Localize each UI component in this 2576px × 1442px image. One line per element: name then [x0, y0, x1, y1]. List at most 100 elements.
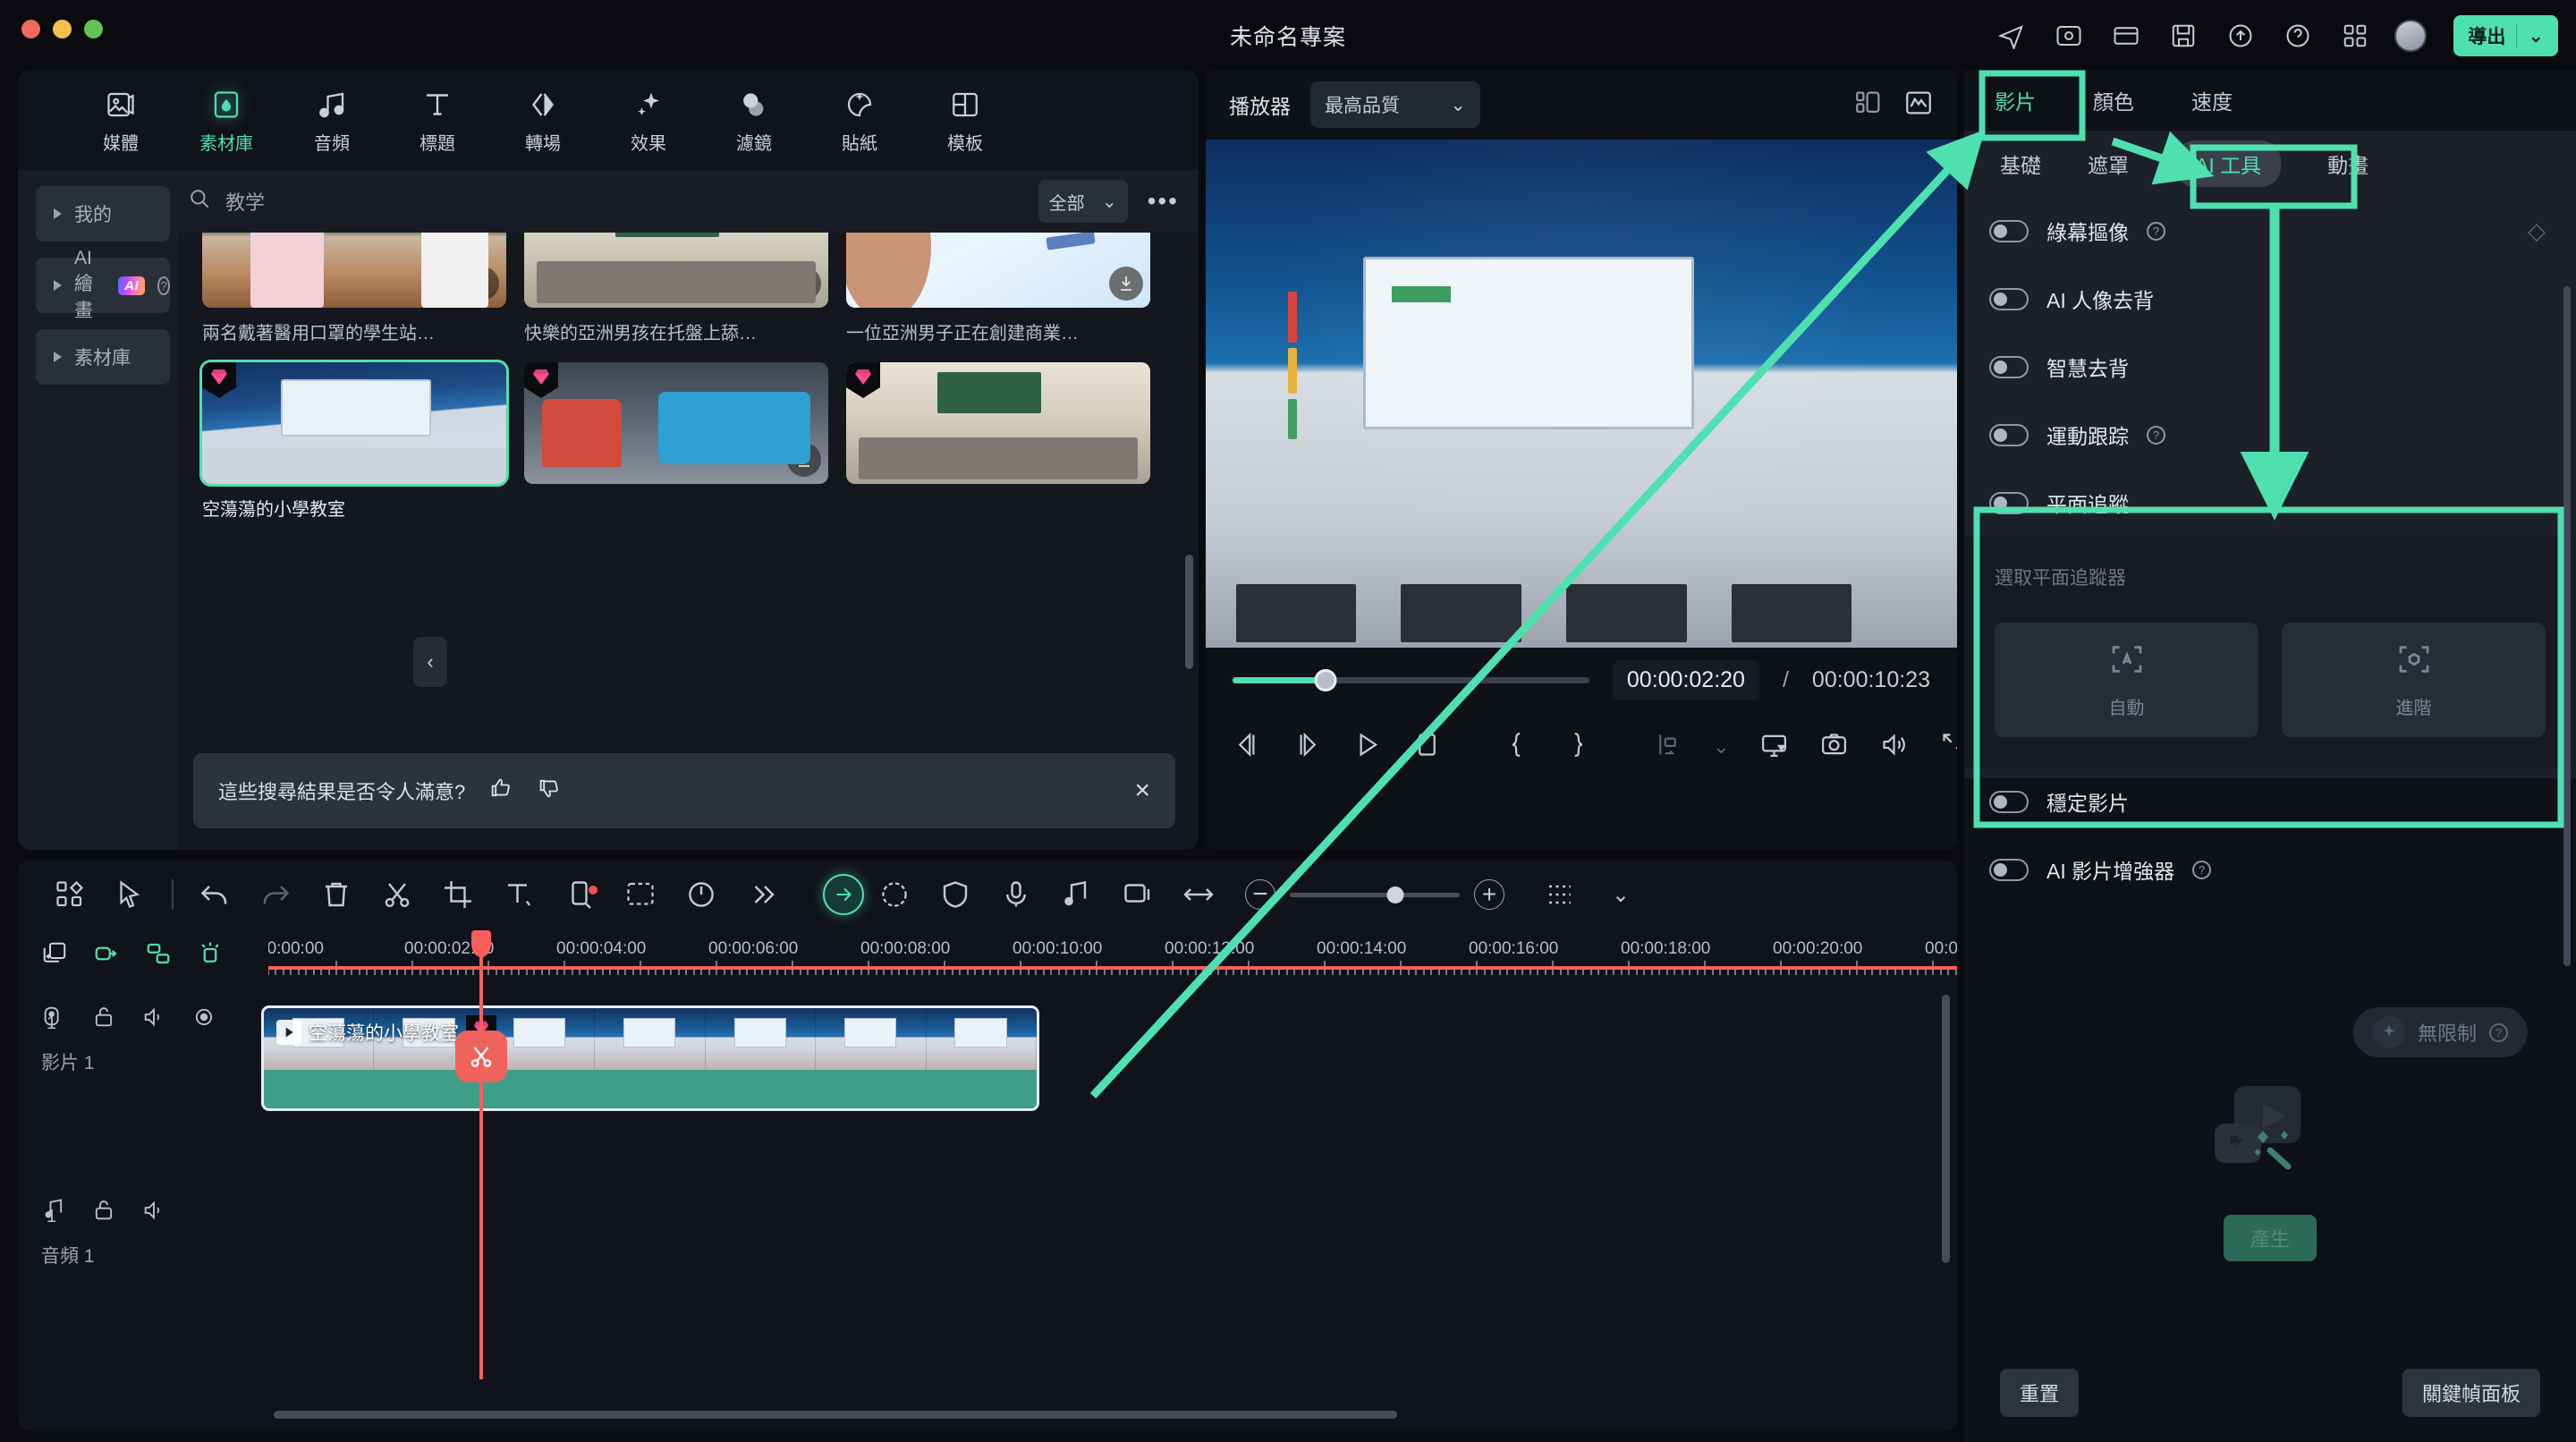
current-timecode[interactable]: 00:00:02:20 [1612, 659, 1759, 700]
auto-highlight-icon[interactable] [197, 940, 224, 971]
sidebar-item-stock-library[interactable]: 素材庫 [36, 329, 170, 385]
group-icon[interactable] [145, 940, 172, 971]
subtab-ai-tools[interactable]: AI 工具 [2175, 140, 2282, 187]
zoom-knob[interactable] [1386, 886, 1404, 903]
unlock-icon[interactable] [91, 1198, 116, 1227]
timeline-vertical-scrollbar[interactable] [1942, 995, 1950, 1263]
library-item[interactable] [524, 362, 828, 521]
markers-icon[interactable] [1107, 878, 1168, 911]
property-scrollbar[interactable] [2563, 286, 2571, 966]
tool-row-motion-tracking[interactable]: 運動跟踪 ? [1964, 401, 2576, 469]
shield-icon[interactable] [925, 878, 986, 911]
tool-row-stabilize[interactable]: 穩定影片 [1964, 768, 2576, 836]
eye-icon[interactable] [191, 1005, 216, 1034]
export-button[interactable]: 導出 ⌄ [2453, 15, 2558, 56]
timeline-ruler[interactable]: 00:00:00 00:00:02:00 00:00:04:00 00:00:0… [268, 929, 1957, 982]
grid-apps-icon[interactable] [2337, 18, 2373, 54]
thumbnail[interactable] [846, 233, 1150, 308]
help-circle-icon[interactable]: ? [2147, 425, 2165, 445]
chevron-down-icon[interactable]: ⌄ [1590, 882, 1651, 908]
generate-button[interactable]: 產生 [2223, 1215, 2317, 1261]
zoom-in-button[interactable]: + [1474, 879, 1504, 910]
planar-option-auto[interactable]: 自動 [1995, 623, 2258, 737]
speaker-icon[interactable] [141, 1005, 166, 1034]
toggle-switch[interactable] [1989, 287, 2029, 310]
help-circle-icon[interactable]: ? [157, 276, 170, 295]
library-item[interactable]: 一位亞洲男子正在創建商業… [846, 233, 1150, 344]
zoom-out-button[interactable]: − [1245, 879, 1275, 910]
volume-icon[interactable] [1879, 730, 1909, 764]
toggle-switch[interactable] [1989, 355, 2029, 378]
library-item[interactable] [846, 362, 1150, 521]
search-input[interactable]: 教学 [188, 187, 1024, 216]
subtab-animation[interactable]: 動畫 [2327, 148, 2368, 179]
playhead-handle[interactable] [471, 930, 491, 957]
unlimited-badge[interactable]: 無限制 ? [2352, 1007, 2528, 1057]
tool-row-ai-video-enhancer[interactable]: AI 影片增強器 ? [1964, 836, 2576, 903]
tab-color[interactable]: 顏色 [2093, 85, 2134, 115]
library-item[interactable]: 快樂的亞洲男孩在托盤上舔… [524, 233, 828, 344]
reset-button[interactable]: 重置 [2000, 1369, 2080, 1417]
sidebar-item-mine[interactable]: 我的 [36, 186, 170, 242]
planar-option-advanced[interactable]: 進階 [2282, 623, 2546, 737]
audio-detach-icon[interactable] [1046, 878, 1107, 911]
help-circle-icon[interactable]: ? [2192, 860, 2212, 879]
duplicate-icon[interactable] [41, 940, 68, 971]
toggle-switch[interactable] [1989, 423, 2029, 446]
thumbnail[interactable] [199, 360, 509, 487]
speed-icon[interactable] [671, 878, 732, 911]
download-icon[interactable] [787, 267, 821, 301]
select-cursor-icon[interactable] [100, 878, 161, 911]
layout-icon[interactable] [2108, 18, 2144, 54]
tool-row-ai-portrait-cutout[interactable]: AI 人像去背 [1964, 265, 2576, 333]
tool-row-planar-tracking[interactable]: 平面追蹤 [1964, 469, 2576, 537]
auto-reframe-icon[interactable] [823, 874, 864, 915]
progress-knob[interactable] [1314, 668, 1337, 691]
color-match-icon[interactable] [549, 878, 610, 911]
stop-icon[interactable] [1412, 730, 1442, 764]
snapshot-marker-icon[interactable] [1653, 730, 1682, 764]
subtab-basic[interactable]: 基礎 [2000, 148, 2041, 179]
download-icon[interactable] [465, 267, 499, 301]
pip-icon[interactable] [1759, 730, 1789, 764]
play-icon[interactable] [276, 1020, 301, 1045]
upload-cloud-icon[interactable] [2223, 18, 2258, 54]
library-scrollbar[interactable] [1185, 555, 1193, 669]
grid-layout-icon[interactable] [39, 878, 100, 911]
timeline-clip[interactable]: 空蕩蕩的小學教室 [261, 1005, 1039, 1111]
library-tab-stock[interactable]: 素材庫 [174, 85, 279, 155]
library-tab-effects[interactable]: 效果 [596, 85, 701, 155]
library-tab-title[interactable]: 標題 [385, 85, 490, 155]
toggle-switch[interactable] [1989, 790, 2029, 813]
mic-icon[interactable] [986, 878, 1046, 911]
chevron-down-icon[interactable]: ⌄ [2528, 25, 2544, 47]
download-icon[interactable] [1109, 267, 1143, 301]
grid-view-icon[interactable] [1853, 88, 1884, 123]
thumbnail[interactable] [524, 362, 828, 484]
chevron-down-icon[interactable]: ⌄ [1713, 735, 1729, 759]
tab-video[interactable]: 影片 [1995, 85, 2036, 115]
thumbnail[interactable] [202, 233, 506, 308]
prev-frame-icon[interactable] [1233, 730, 1262, 764]
library-item-selected[interactable]: 空蕩蕩的小學教室 [199, 360, 509, 521]
waveform-icon[interactable] [1903, 88, 1934, 123]
toggle-switch[interactable] [1989, 219, 2029, 242]
more-chevrons-icon[interactable] [732, 878, 792, 911]
fullscreen-icon[interactable] [1939, 730, 1957, 764]
library-tab-media[interactable]: 媒體 [68, 85, 174, 155]
mark-in-icon[interactable] [1503, 730, 1532, 764]
screen-record-icon[interactable] [2051, 18, 2087, 54]
download-icon[interactable] [787, 443, 821, 477]
mark-out-icon[interactable] [1563, 730, 1592, 764]
library-more-button[interactable]: ••• [1142, 187, 1184, 216]
share-icon[interactable] [1994, 18, 2029, 54]
library-tab-template[interactable]: 模板 [912, 85, 1018, 155]
timeline-view-options-icon[interactable] [1530, 878, 1590, 911]
sidebar-item-ai-drawing[interactable]: AI繪畫 AI ? [36, 248, 170, 321]
help-circle-icon[interactable]: ? [2147, 221, 2165, 241]
split-at-playhead-button[interactable] [455, 1031, 507, 1082]
link-icon[interactable] [93, 940, 120, 971]
delete-icon[interactable] [306, 878, 367, 911]
next-frame-icon[interactable] [1292, 730, 1322, 764]
zoom-slider[interactable] [1290, 886, 1460, 903]
